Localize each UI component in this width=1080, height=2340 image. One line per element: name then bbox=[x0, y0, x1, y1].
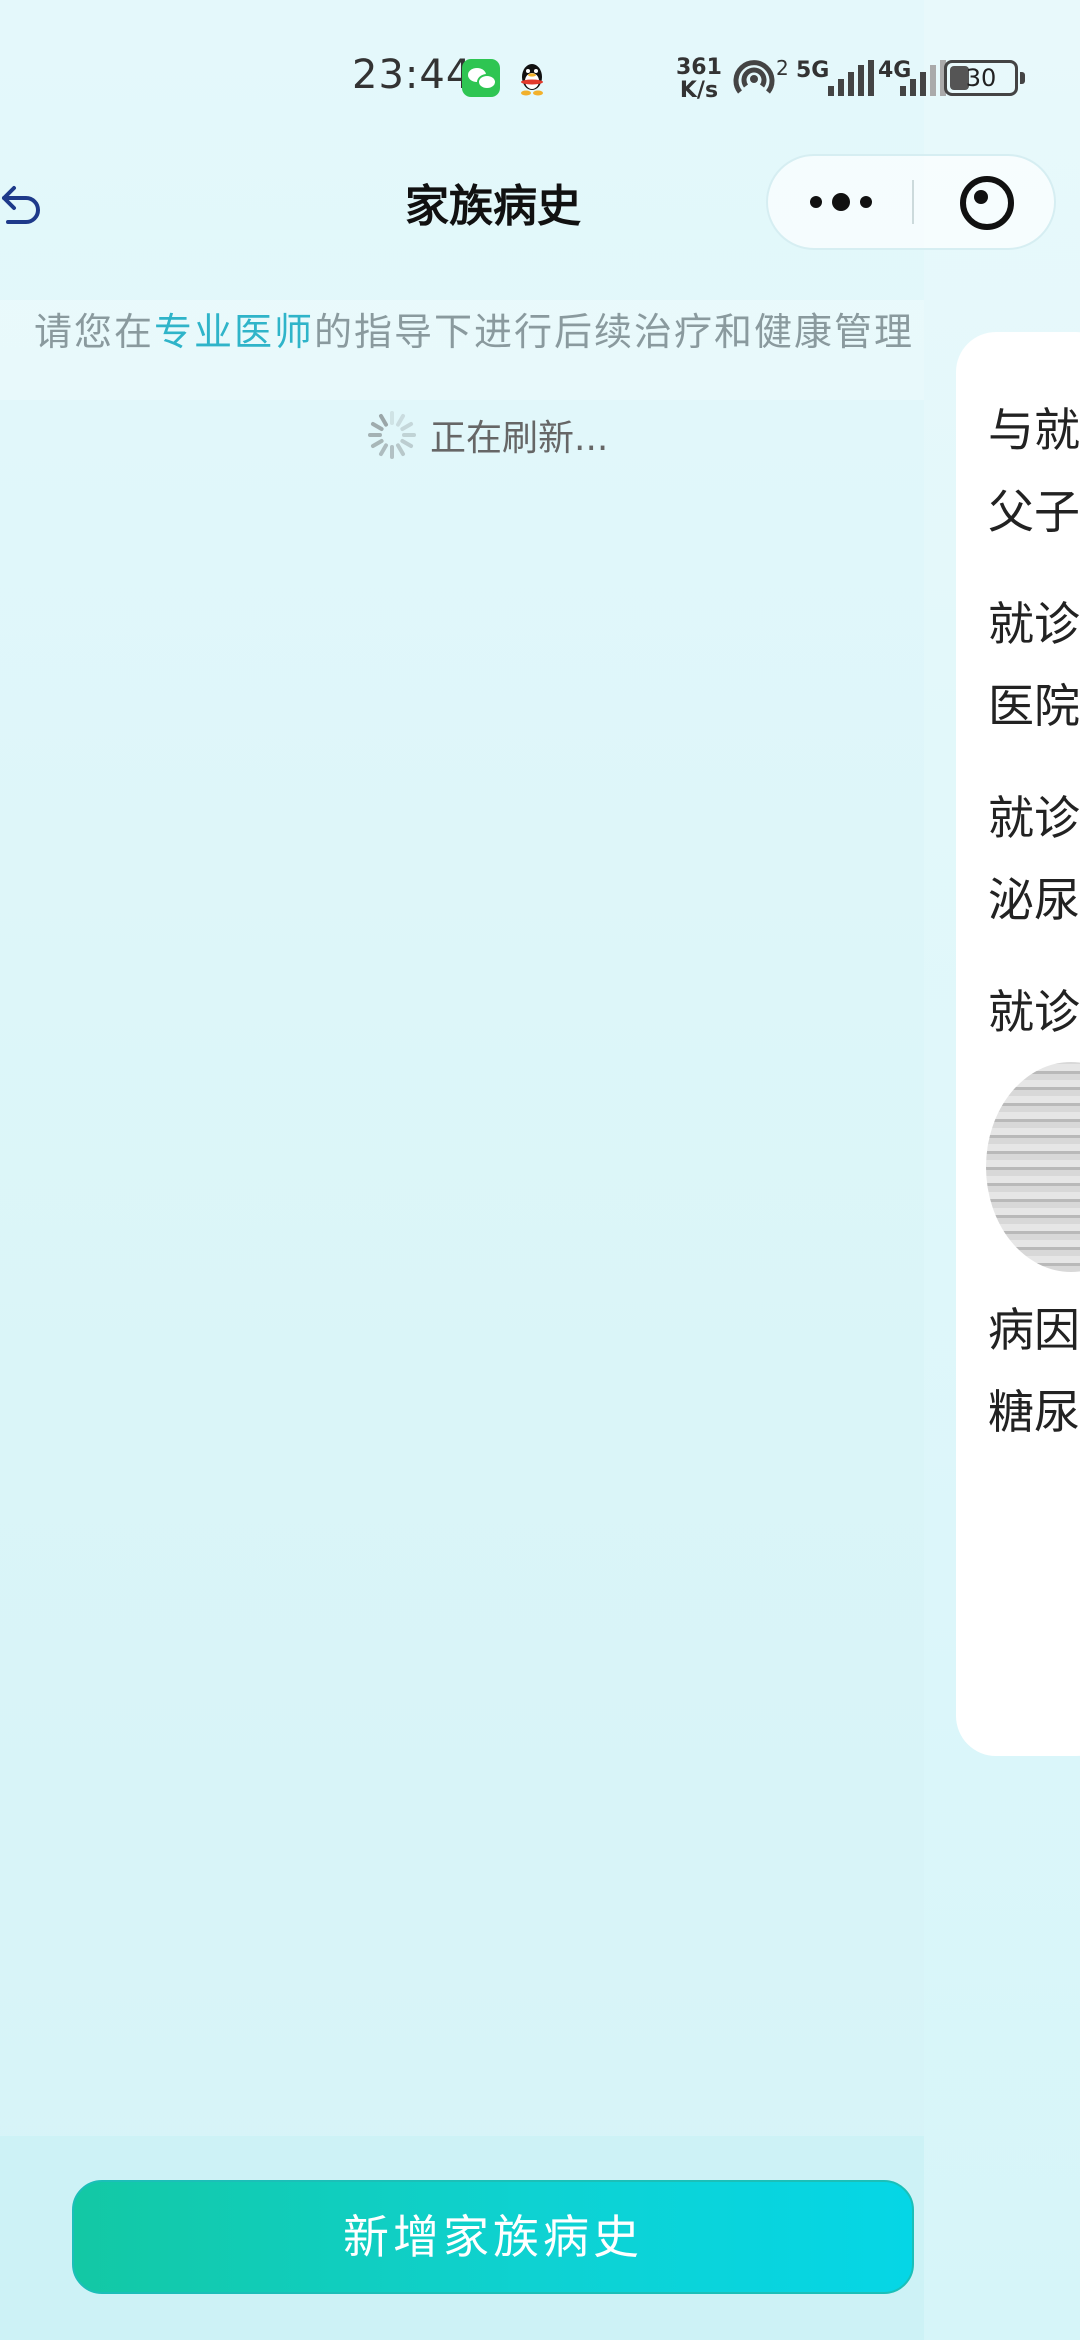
more-dot-icon bbox=[860, 196, 872, 208]
spinner-tick bbox=[399, 421, 414, 432]
spinner-tick bbox=[390, 445, 394, 459]
card-line: 就诊 bbox=[988, 791, 1080, 845]
advice-text: 请您在专业医师的指导下进行后续治疗和健康管理 bbox=[34, 300, 914, 364]
advice-text-prefix: 请您在 bbox=[34, 310, 155, 354]
more-menu-button[interactable] bbox=[768, 156, 912, 248]
refresh-indicator: 正在刷新... bbox=[368, 410, 608, 460]
record-photo-thumbnail[interactable] bbox=[986, 1062, 1080, 1272]
advice-highlight: 专业医师 bbox=[154, 310, 315, 354]
advice-banner: 请您在专业医师的指导下进行后续治疗和健康管理 bbox=[0, 300, 924, 400]
spinner-tick bbox=[402, 433, 416, 437]
add-family-history-button[interactable]: 新增家族病史 bbox=[72, 2180, 914, 2294]
card-line: 父子 bbox=[988, 485, 1080, 539]
card-line: 就诊 bbox=[988, 985, 1080, 1039]
card-line: 病因 bbox=[988, 1303, 1080, 1357]
miniprogram-capsule bbox=[766, 154, 1056, 250]
signal-bars-1-icon bbox=[828, 60, 874, 96]
hotspot-icon bbox=[733, 60, 775, 94]
card-line: 与就 bbox=[988, 403, 1080, 457]
advice-text-suffix: 的指导下进行后续治疗和健康管理 bbox=[314, 310, 915, 354]
history-record-card[interactable]: 与就 父子 就诊 医院 就诊 泌尿 就诊 病因 糖尿 bbox=[956, 332, 1080, 1756]
network-speed: 361 K/s bbox=[676, 56, 722, 102]
close-miniprogram-button[interactable] bbox=[914, 156, 1056, 248]
qq-notification-icon bbox=[521, 64, 543, 96]
card-line: 就诊 bbox=[988, 597, 1080, 651]
refresh-text: 正在刷新... bbox=[430, 418, 609, 459]
spinner-tick bbox=[378, 442, 389, 457]
more-dot-icon bbox=[832, 193, 850, 211]
status-time: 23:44 bbox=[352, 52, 473, 98]
wechat-notification-icon bbox=[462, 59, 500, 97]
card-line: 糖尿 bbox=[988, 1385, 1080, 1439]
spinner-tick bbox=[368, 433, 382, 437]
hotspot-count: 2 bbox=[776, 56, 789, 80]
loading-spinner-icon bbox=[368, 411, 416, 459]
spinner-tick bbox=[390, 411, 394, 425]
more-dot-icon bbox=[810, 196, 822, 208]
card-line: 泌尿 bbox=[988, 873, 1080, 927]
battery-icon: 30 bbox=[944, 60, 1025, 96]
network-5g-label: 5G bbox=[796, 58, 830, 83]
signal-bars-2-icon bbox=[900, 60, 946, 96]
network-speed-unit: K/s bbox=[679, 78, 719, 103]
battery-percent: 30 bbox=[965, 64, 997, 92]
card-line: 医院 bbox=[988, 679, 1080, 733]
network-speed-value: 361 bbox=[676, 55, 722, 80]
